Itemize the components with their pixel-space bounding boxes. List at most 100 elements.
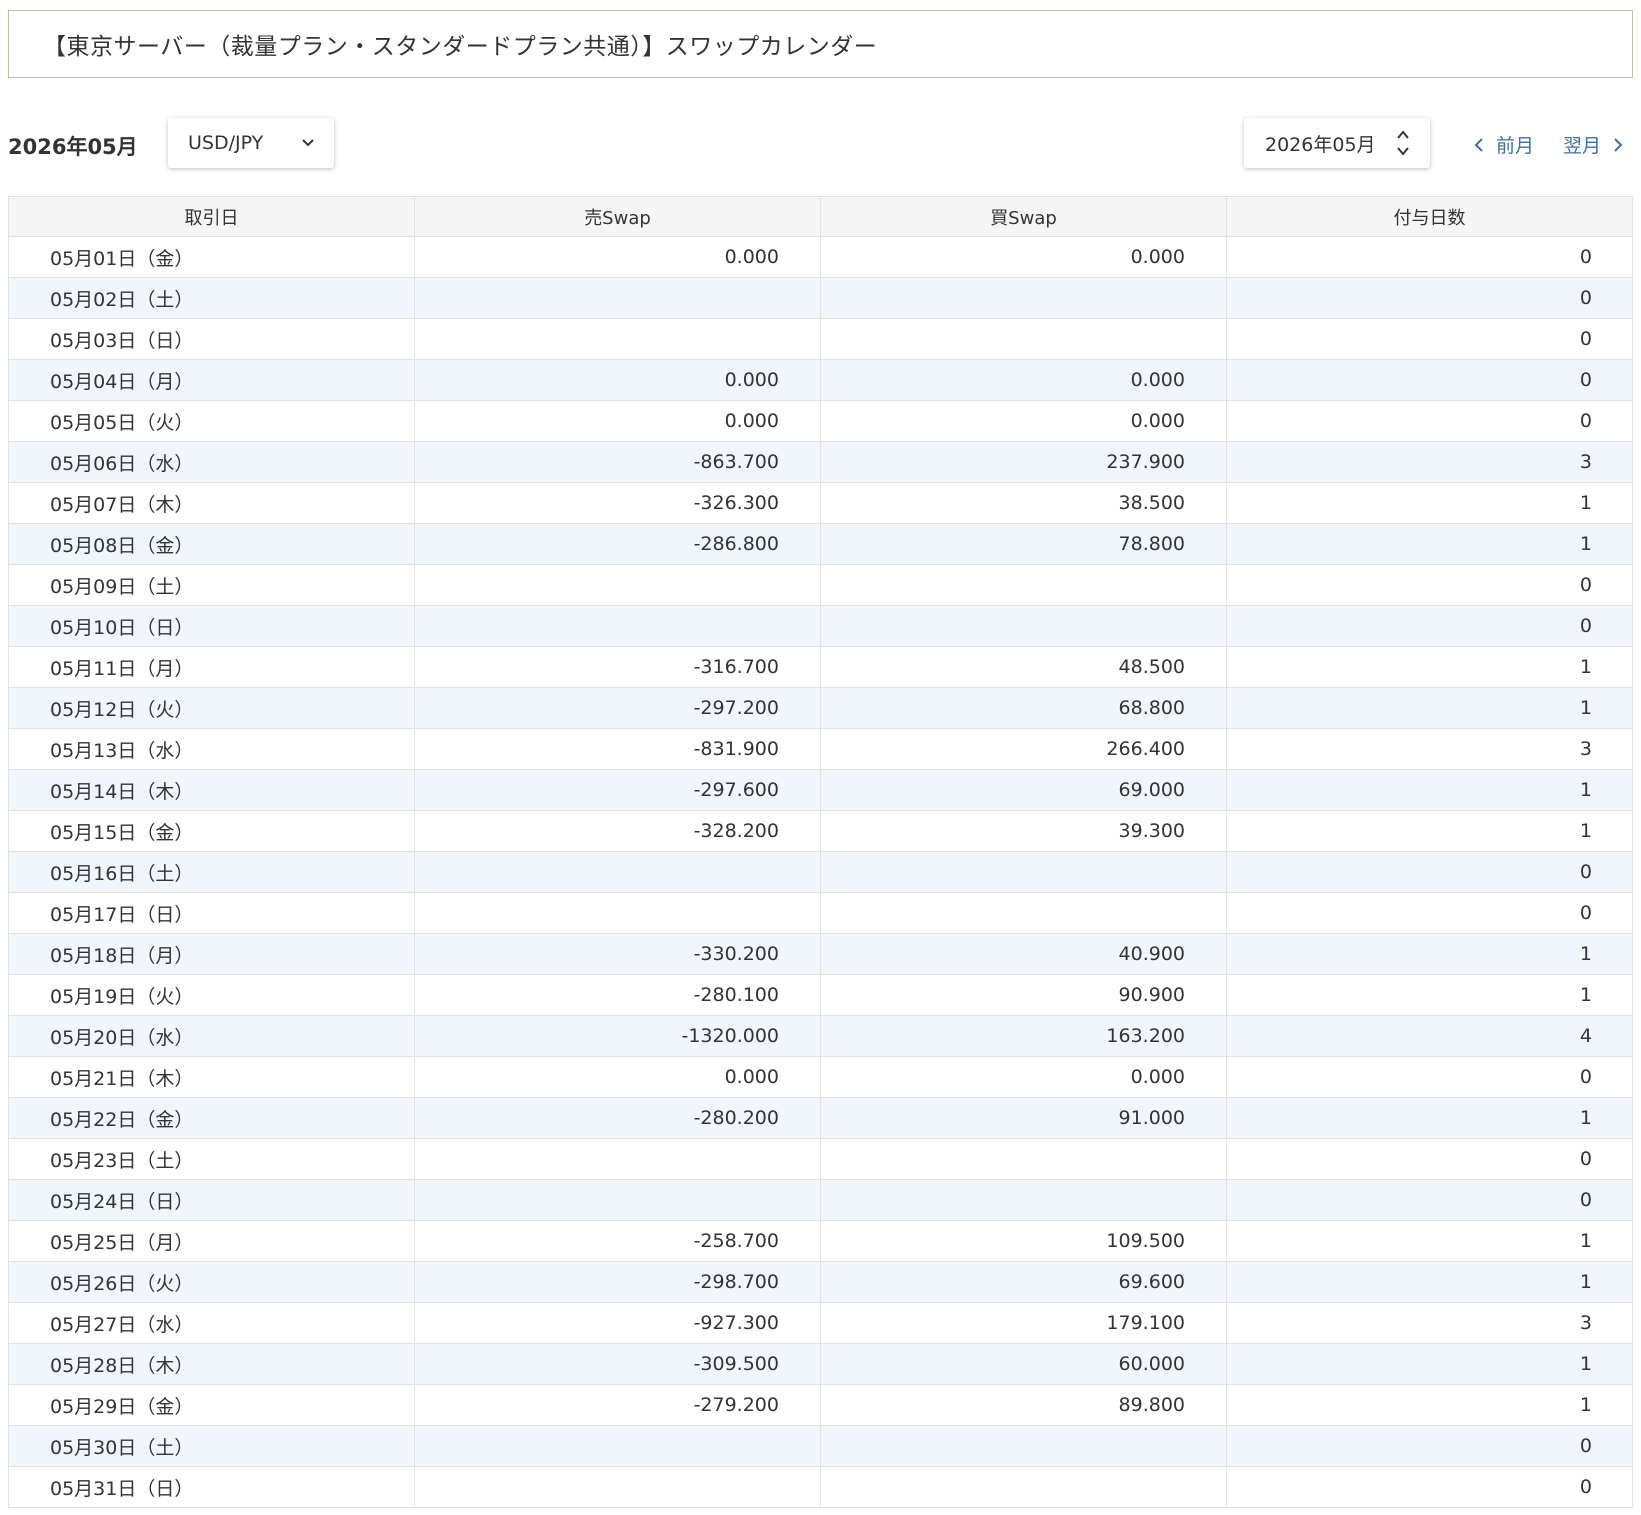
cell-days: 0 — [1226, 318, 1633, 360]
cell-trade-date: 05月25日（月） — [8, 1220, 415, 1262]
cell-trade-date: 05月10日（日） — [8, 605, 415, 647]
cell-buy-swap: 69.000 — [820, 769, 1227, 811]
header-buy-swap: 買Swap — [820, 196, 1227, 237]
cell-trade-date: 05月15日（金） — [8, 810, 415, 852]
table-row: 05月07日（木） -326.300 38.500 1 — [8, 482, 1633, 524]
cell-buy-swap: 89.800 — [820, 1384, 1227, 1426]
cell-days: 0 — [1226, 400, 1633, 442]
cell-trade-date: 05月24日（日） — [8, 1179, 415, 1221]
cell-trade-date: 05月29日（金） — [8, 1384, 415, 1426]
cell-days: 0 — [1226, 892, 1633, 934]
cell-trade-date: 05月07日（木） — [8, 482, 415, 524]
table-row: 05月04日（月） 0.000 0.000 0 — [8, 359, 1633, 401]
cell-trade-date: 05月05日（火） — [8, 400, 415, 442]
page-title: 【東京サーバー（裁量プラン・スタンダードプラン共通）】スワップカレンダー — [8, 10, 1633, 78]
cell-buy-swap — [820, 318, 1227, 360]
table-row: 05月28日（木） -309.500 60.000 1 — [8, 1343, 1633, 1385]
table-row: 05月16日（土） 0 — [8, 851, 1633, 893]
cell-trade-date: 05月02日（土） — [8, 277, 415, 319]
next-month-link[interactable]: 翌月 — [1563, 131, 1623, 158]
cell-days: 0 — [1226, 851, 1633, 893]
cell-sell-swap: -297.600 — [414, 769, 821, 811]
cell-buy-swap: 237.900 — [820, 441, 1227, 483]
cell-trade-date: 05月31日（日） — [8, 1466, 415, 1508]
up-down-chevron-icon — [1397, 130, 1409, 156]
cell-days: 0 — [1226, 277, 1633, 319]
table-row: 05月03日（日） 0 — [8, 318, 1633, 360]
table-row: 05月26日（火） -298.700 69.600 1 — [8, 1261, 1633, 1303]
cell-buy-swap: 91.000 — [820, 1097, 1227, 1139]
cell-sell-swap — [414, 564, 821, 606]
cell-trade-date: 05月14日（木） — [8, 769, 415, 811]
cell-sell-swap: -330.200 — [414, 933, 821, 975]
cell-sell-swap — [414, 605, 821, 647]
cell-sell-swap: -309.500 — [414, 1343, 821, 1385]
cell-trade-date: 05月13日（水） — [8, 728, 415, 770]
swap-calendar-table: 取引日 売Swap 買Swap 付与日数 05月01日（金） 0.000 0.000… — [8, 196, 1633, 1508]
cell-days: 3 — [1226, 1302, 1633, 1344]
currency-pair-select[interactable]: USD/JPY — [168, 118, 334, 168]
cell-days: 1 — [1226, 1384, 1633, 1426]
cell-buy-swap: 68.800 — [820, 687, 1227, 729]
cell-trade-date: 05月30日（土） — [8, 1425, 415, 1467]
table-row: 05月21日（木） 0.000 0.000 0 — [8, 1056, 1633, 1098]
cell-sell-swap — [414, 892, 821, 934]
cell-trade-date: 05月03日（日） — [8, 318, 415, 360]
cell-buy-swap: 69.600 — [820, 1261, 1227, 1303]
cell-trade-date: 05月18日（月） — [8, 933, 415, 975]
table-header-row: 取引日 売Swap 買Swap 付与日数 — [8, 196, 1633, 237]
cell-trade-date: 05月16日（土） — [8, 851, 415, 893]
cell-sell-swap: -297.200 — [414, 687, 821, 729]
table-row: 05月15日（金） -328.200 39.300 1 — [8, 810, 1633, 852]
table-row: 05月10日（日） 0 — [8, 605, 1633, 647]
cell-sell-swap: -328.200 — [414, 810, 821, 852]
cell-sell-swap: -927.300 — [414, 1302, 821, 1344]
cell-days: 0 — [1226, 236, 1633, 278]
cell-trade-date: 05月27日（水） — [8, 1302, 415, 1344]
cell-trade-date: 05月12日（火） — [8, 687, 415, 729]
cell-days: 1 — [1226, 523, 1633, 565]
cell-sell-swap — [414, 1425, 821, 1467]
cell-trade-date: 05月08日（金） — [8, 523, 415, 565]
cell-trade-date: 05月22日（金） — [8, 1097, 415, 1139]
table-body: 05月01日（金） 0.000 0.000 0 05月02日（土） 0 05月03日（日） 0… — [8, 236, 1633, 1508]
cell-sell-swap: -279.200 — [414, 1384, 821, 1426]
table-row: 05月19日（火） -280.100 90.900 1 — [8, 974, 1633, 1016]
cell-buy-swap: 179.100 — [820, 1302, 1227, 1344]
cell-trade-date: 05月06日（水） — [8, 441, 415, 483]
prev-month-link[interactable]: 前月 — [1474, 131, 1534, 158]
cell-days: 0 — [1226, 1179, 1633, 1221]
table-row: 05月08日（金） -286.800 78.800 1 — [8, 523, 1633, 565]
cell-trade-date: 05月11日（月） — [8, 646, 415, 688]
cell-sell-swap: -298.700 — [414, 1261, 821, 1303]
cell-sell-swap — [414, 277, 821, 319]
cell-days: 3 — [1226, 441, 1633, 483]
month-select[interactable]: 2026年05月 — [1244, 118, 1430, 168]
chevron-right-icon — [1614, 137, 1623, 152]
current-month-label: 2026年05月 — [8, 135, 138, 159]
month-select-value: 2026年05月 — [1265, 133, 1376, 156]
table-row: 05月01日（金） 0.000 0.000 0 — [8, 236, 1633, 278]
cell-buy-swap: 163.200 — [820, 1015, 1227, 1057]
page-title-text: 【東京サーバー（裁量プラン・スタンダードプラン共通）】スワップカレンダー — [43, 34, 878, 60]
cell-days: 0 — [1226, 1425, 1633, 1467]
table-row: 05月14日（木） -297.600 69.000 1 — [8, 769, 1633, 811]
prev-month-label: 前月 — [1496, 135, 1535, 157]
cell-sell-swap — [414, 1179, 821, 1221]
header-trade-date: 取引日 — [8, 196, 415, 237]
cell-buy-swap — [820, 851, 1227, 893]
cell-days: 1 — [1226, 1261, 1633, 1303]
table-row: 05月06日（水） -863.700 237.900 3 — [8, 441, 1633, 483]
cell-days: 1 — [1226, 1220, 1633, 1262]
cell-buy-swap — [820, 892, 1227, 934]
cell-sell-swap: -326.300 — [414, 482, 821, 524]
cell-trade-date: 05月21日（木） — [8, 1056, 415, 1098]
cell-buy-swap: 90.900 — [820, 974, 1227, 1016]
cell-buy-swap — [820, 605, 1227, 647]
table-row: 05月25日（月） -258.700 109.500 1 — [8, 1220, 1633, 1262]
cell-sell-swap: 0.000 — [414, 236, 821, 278]
table-row: 05月24日（日） 0 — [8, 1179, 1633, 1221]
next-month-label: 翌月 — [1563, 135, 1602, 157]
cell-days: 1 — [1226, 482, 1633, 524]
cell-buy-swap: 0.000 — [820, 359, 1227, 401]
